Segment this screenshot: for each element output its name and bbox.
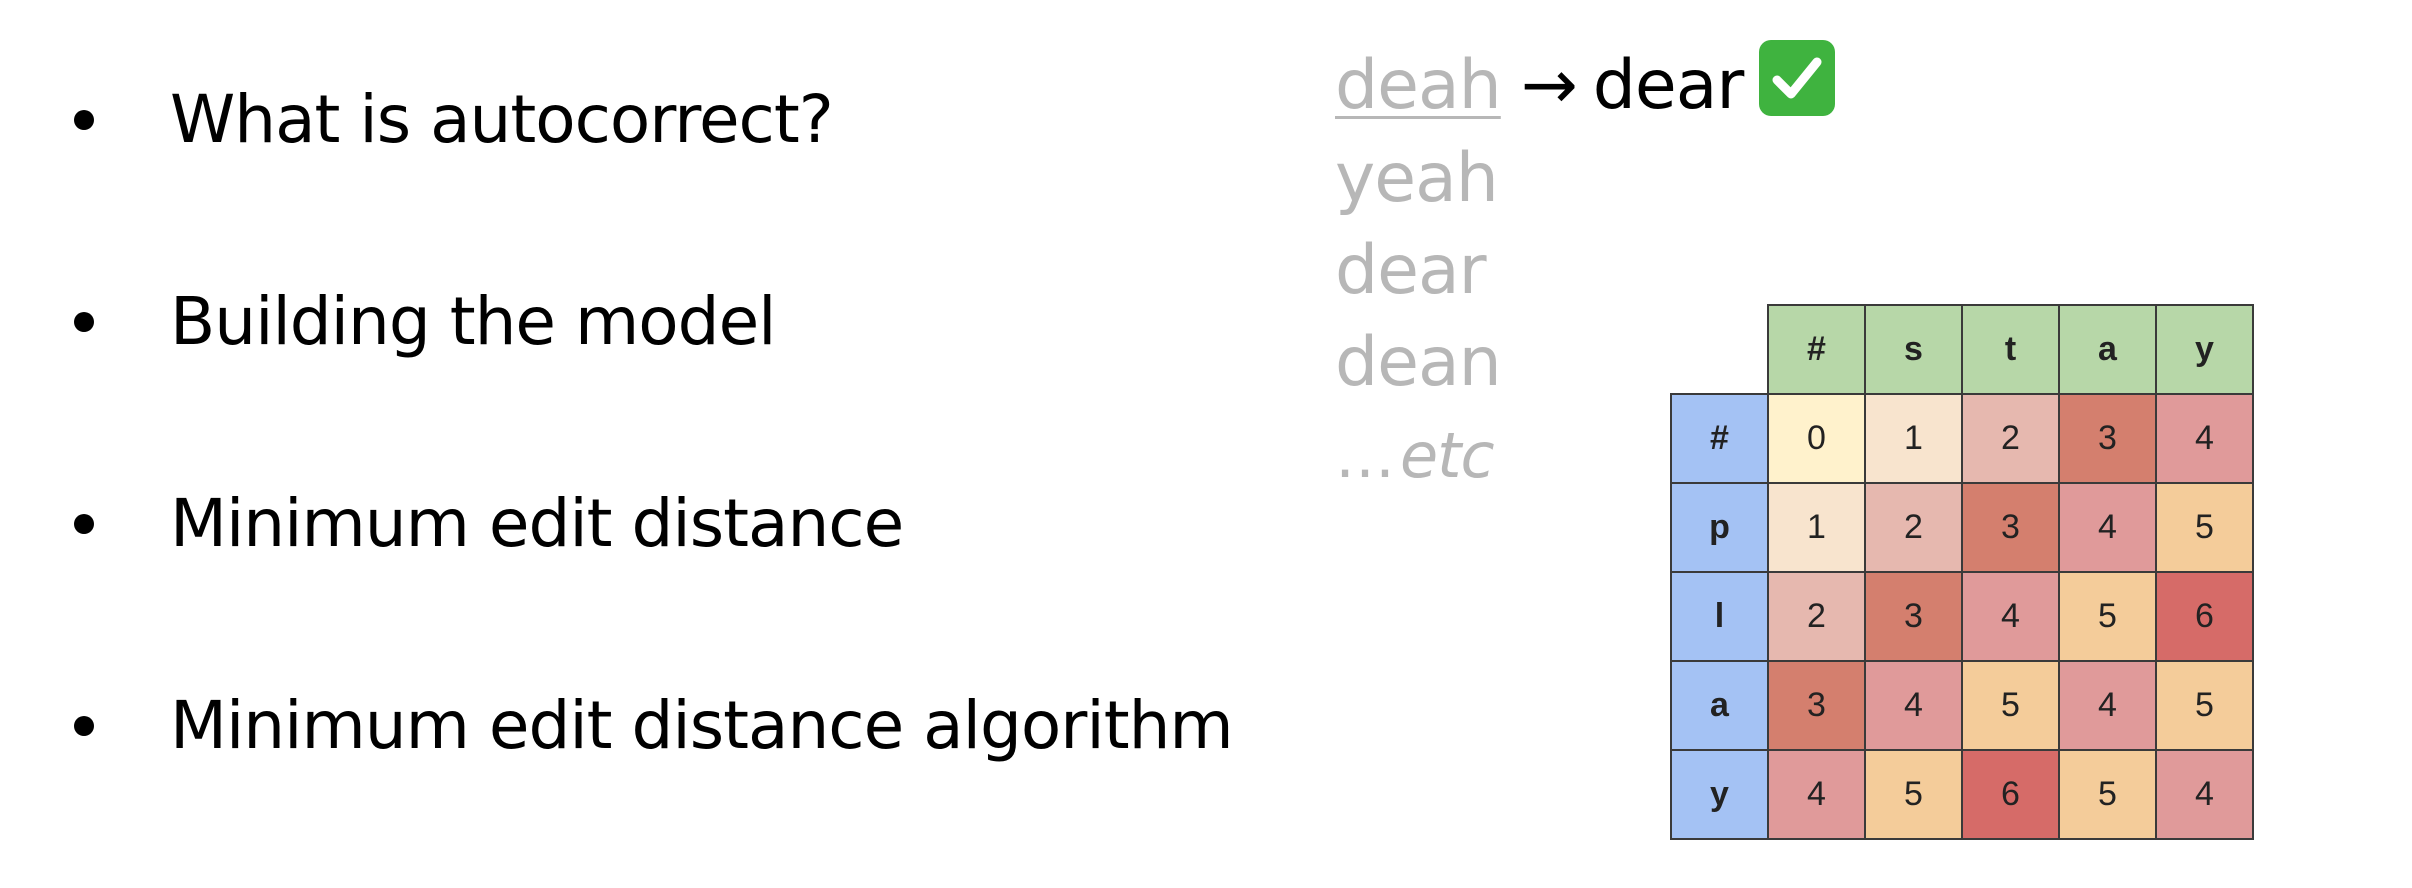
table-cell: 1 — [1767, 482, 1866, 573]
table-cell: 5 — [2155, 482, 2254, 573]
table-row: p 1 2 3 4 5 — [1670, 482, 2254, 573]
row-header: # — [1670, 393, 1769, 484]
table-cell: 0 — [1767, 393, 1866, 484]
table-corner — [1671, 305, 1768, 394]
column-header: a — [2058, 304, 2157, 395]
candidate-word: dear — [1335, 231, 1487, 310]
row-header: p — [1670, 482, 1769, 573]
ellipsis: … — [1335, 422, 1395, 492]
table-cell: 3 — [1767, 660, 1866, 751]
table-cell: 5 — [1864, 749, 1963, 840]
etc-text: etc — [1400, 419, 1495, 492]
typo-word: deah — [1335, 46, 1502, 125]
column-header: y — [2155, 304, 2254, 395]
table-cell: 3 — [1961, 482, 2060, 573]
table-row: l 2 3 4 5 6 — [1670, 571, 2254, 662]
table-cell: 2 — [1961, 393, 2060, 484]
table-cell: 2 — [1767, 571, 1866, 662]
table-cell: 3 — [1864, 571, 1963, 662]
column-header: s — [1864, 304, 1963, 395]
column-header: t — [1961, 304, 2060, 395]
table-row: y 4 5 6 5 4 — [1670, 749, 2254, 840]
table-cell: 4 — [2058, 482, 2157, 573]
table-cell: 6 — [1961, 749, 2060, 840]
candidate-word: dean — [1335, 323, 1502, 402]
table-header-row: # s t a y — [1671, 304, 2254, 395]
table-row: a 3 4 5 4 5 — [1670, 660, 2254, 751]
table-cell: 4 — [2155, 393, 2254, 484]
table-cell: 4 — [1767, 749, 1866, 840]
bullet-dot-icon — [74, 110, 94, 130]
table-cell: 1 — [1864, 393, 1963, 484]
table-cell: 5 — [2058, 571, 2157, 662]
candidate-word: yeah — [1335, 139, 1499, 218]
column-header: # — [1767, 304, 1866, 395]
correction-line: deah → dear — [1335, 40, 1836, 131]
row-header: l — [1670, 571, 1769, 662]
table-cell: 4 — [2058, 660, 2157, 751]
table-cell: 5 — [2058, 749, 2157, 840]
table-cell: 4 — [1961, 571, 2060, 662]
table-cell: 5 — [1961, 660, 2060, 751]
table-cell: 4 — [1864, 660, 1963, 751]
table-cell: 5 — [2155, 660, 2254, 751]
row-header: y — [1670, 749, 1769, 840]
bullet-list: What is autocorrect? Building the model … — [0, 0, 1300, 888]
table-cell: 2 — [1864, 482, 1963, 573]
table-cell: 3 — [2058, 393, 2157, 484]
etc-line: …etc — [1335, 410, 1495, 502]
bullet-dot-icon — [74, 716, 94, 736]
table-cell: 4 — [2155, 749, 2254, 840]
bullet-text: Building the model — [170, 283, 777, 360]
bullet-dot-icon — [74, 514, 94, 534]
edit-distance-table: # s t a y # 0 1 2 3 4 p 1 2 3 4 5 l 2 3 … — [1670, 304, 2254, 840]
table-cell: 6 — [2155, 571, 2254, 662]
row-header: a — [1670, 660, 1769, 751]
corrected-word: dear — [1592, 46, 1745, 125]
check-mark-icon — [1759, 40, 1836, 116]
bullet-text: Minimum edit distance algorithm — [170, 687, 1234, 764]
bullet-text: What is autocorrect? — [170, 81, 834, 158]
arrow-icon: → — [1520, 46, 1578, 125]
bullet-dot-icon — [74, 312, 94, 332]
table-row: # 0 1 2 3 4 — [1670, 393, 2254, 484]
bullet-text: Minimum edit distance — [170, 485, 904, 562]
